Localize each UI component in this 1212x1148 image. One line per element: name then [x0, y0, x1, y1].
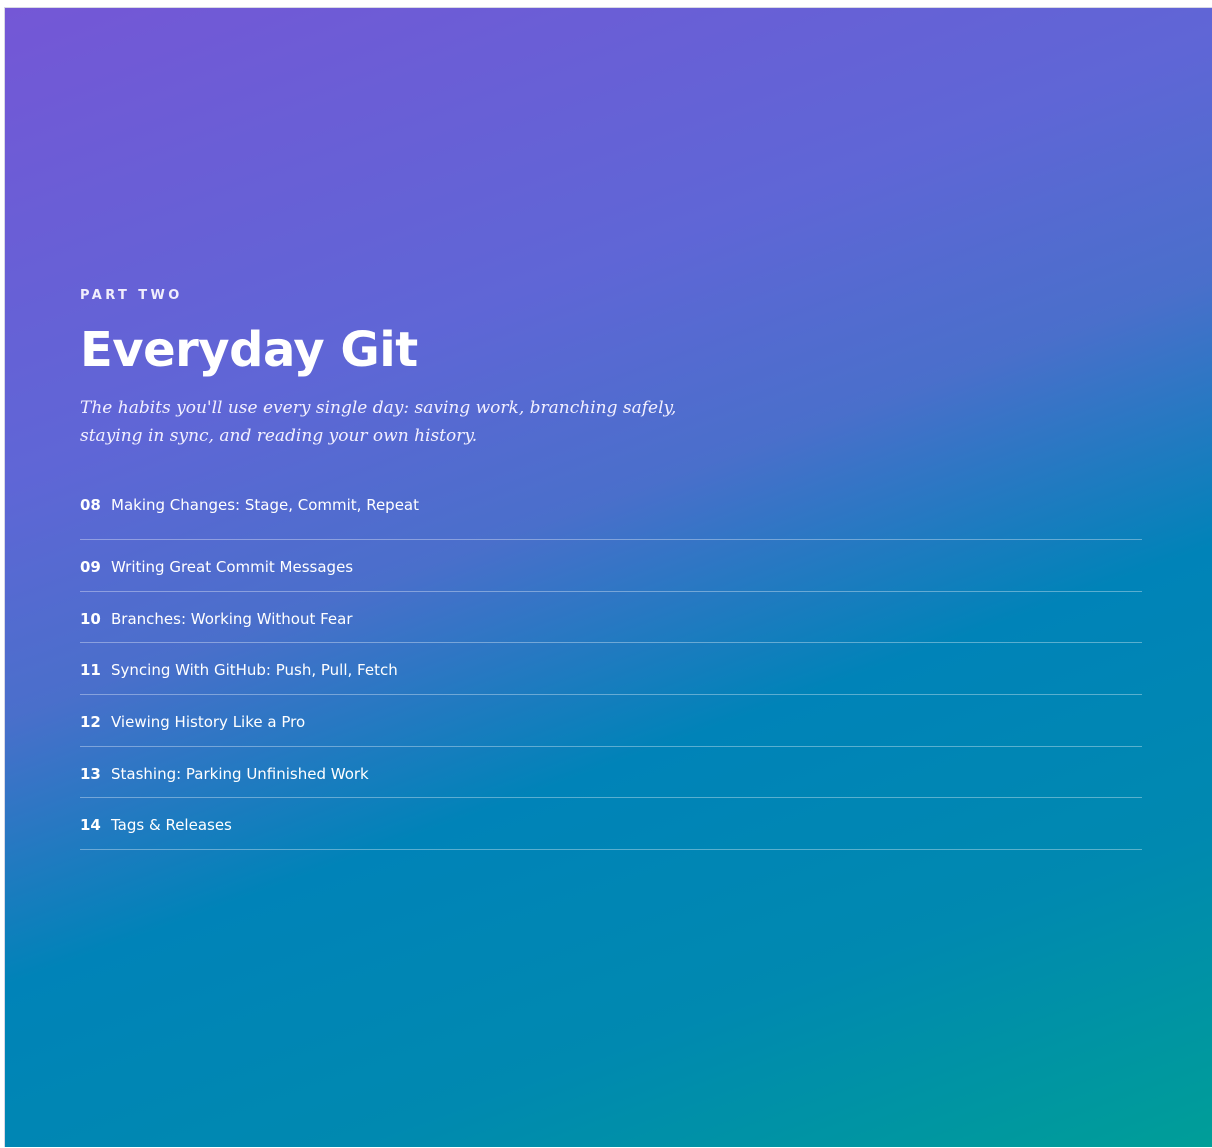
part-title: Everyday Git: [80, 322, 418, 378]
chapter-number: 14: [80, 816, 101, 835]
chapter-title: Viewing History Like a Pro: [111, 712, 306, 731]
chapter-number: 08: [80, 496, 101, 514]
part-label: PART TWO: [80, 288, 183, 303]
chapter-number: 10: [80, 609, 101, 628]
chapter-item[interactable]: 08 Making Changes: Stage, Commit, Repeat: [80, 496, 1142, 540]
chapter-title: Stashing: Parking Unfinished Work: [111, 764, 369, 783]
chapter-title: Branches: Working Without Fear: [111, 609, 353, 628]
part-divider-page: PART TWO Everyday Git The habits you'll …: [4, 7, 1212, 1147]
chapter-number: 11: [80, 661, 101, 680]
chapter-title: Syncing With GitHub: Push, Pull, Fetch: [111, 661, 398, 680]
chapter-number: 12: [80, 712, 101, 731]
chapter-list: 08 Making Changes: Stage, Commit, Repeat…: [80, 496, 1142, 851]
chapter-title: Making Changes: Stage, Commit, Repeat: [111, 496, 419, 514]
chapter-number: 09: [80, 557, 101, 576]
chapter-item[interactable]: 13 Stashing: Parking Unfinished Work: [80, 747, 1142, 799]
part-content: PART TWO Everyday Git The habits you'll …: [80, 288, 1142, 851]
chapter-item[interactable]: 11 Syncing With GitHub: Push, Pull, Fetc…: [80, 643, 1142, 696]
chapter-title: Writing Great Commit Messages: [111, 557, 354, 576]
part-subtitle: The habits you'll use every single day: …: [80, 398, 677, 446]
chapter-number: 13: [80, 764, 101, 783]
chapter-item[interactable]: 14 Tags & Releases: [80, 798, 1142, 851]
chapter-item[interactable]: 12 Viewing History Like a Pro: [80, 695, 1142, 747]
chapter-item[interactable]: 10 Branches: Working Without Fear: [80, 592, 1142, 644]
chapter-title: Tags & Releases: [111, 816, 232, 835]
chapter-item[interactable]: 09 Writing Great Commit Messages: [80, 540, 1142, 592]
